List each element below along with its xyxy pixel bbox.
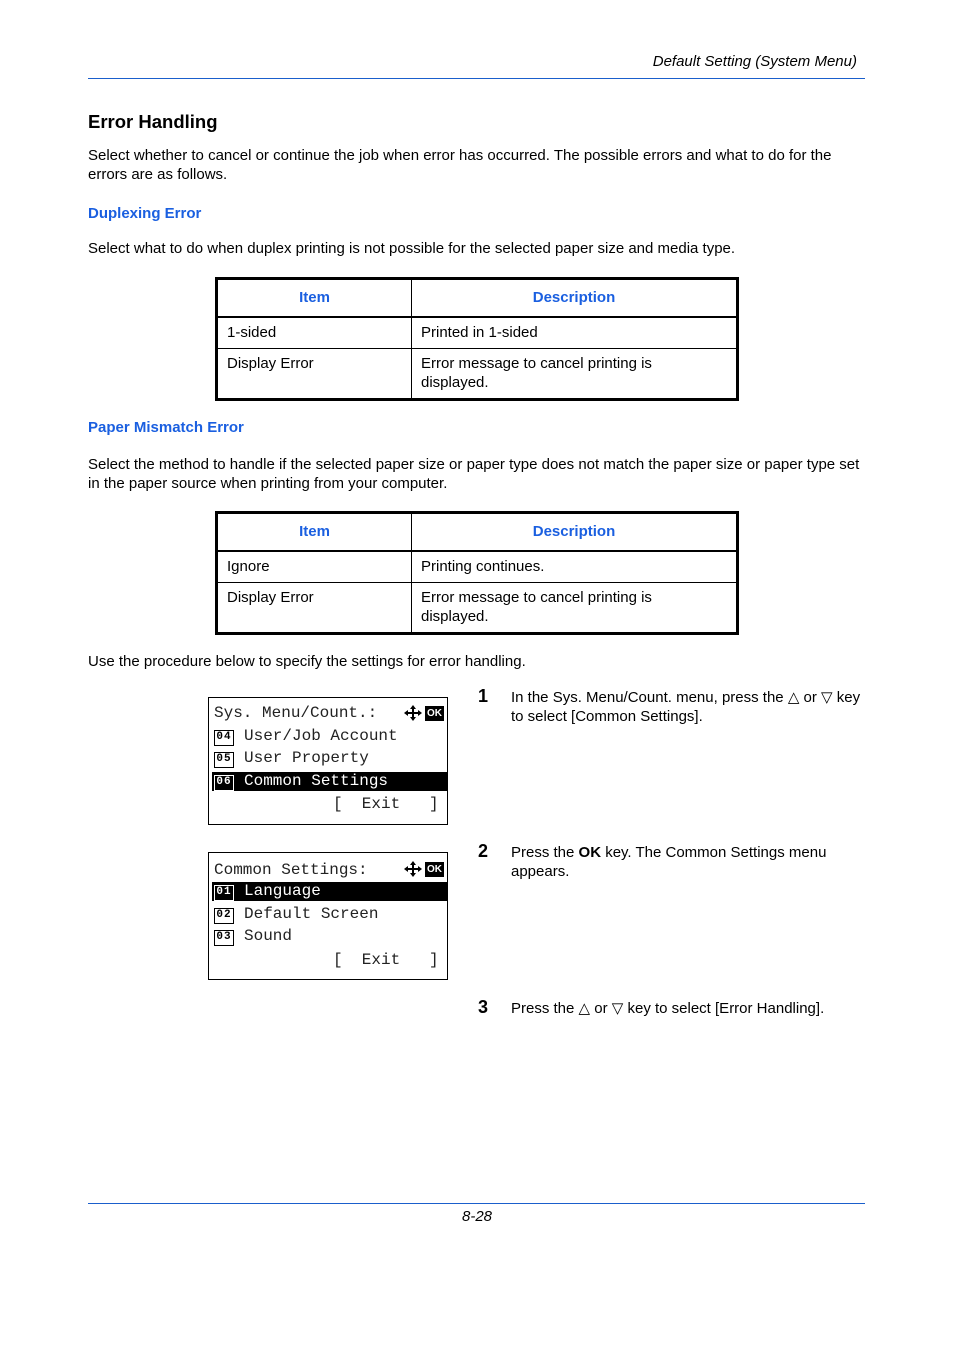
step-text: Press the △ or ▽ key to select [Error Ha…: [511, 999, 866, 1018]
lcd-menu-item-selected: 01 Language: [212, 882, 447, 901]
four-way-arrow-icon: [404, 705, 422, 721]
intro-text: Select whether to cancel or continue the…: [88, 147, 832, 183]
four-way-arrow-icon: [404, 861, 422, 877]
step-number: 1: [478, 686, 489, 706]
step-text: In the Sys. Menu/Count. menu, press the …: [511, 688, 866, 726]
lcd-menu-item: 04 User/Job Account: [214, 727, 447, 746]
procedure-intro: Use the procedure below to specify the s…: [88, 653, 526, 670]
lcd-menu-item-selected: 06 Common Settings: [212, 772, 447, 791]
column-header-description: Description: [411, 512, 738, 552]
step-number: 3: [478, 997, 489, 1017]
duplexing-table: Item Description 1-sided Printed in 1-si…: [215, 277, 739, 401]
ok-key-icon: OK: [425, 705, 444, 721]
up-arrow-key-icon: △: [787, 689, 800, 706]
table-cell-description: Printed in 1-sided: [411, 316, 738, 349]
page-title: Error Handling: [88, 111, 218, 132]
lcd-softkey-exit: [ Exit ]: [333, 795, 439, 813]
step-text-part: key to select [Error Handling].: [623, 1000, 825, 1017]
table-header-row: Item Description: [216, 512, 738, 552]
item-label: Default Screen: [244, 905, 379, 923]
item-number-icon: 03: [214, 930, 234, 946]
table-cell-description: Error message to cancel printing is disp…: [411, 348, 738, 400]
mismatch-text: Select the method to handle if the selec…: [88, 456, 860, 492]
nav-ok-indicator: OK: [404, 860, 444, 878]
table-cell-item: Display Error: [216, 348, 412, 400]
item-number-icon: 02: [214, 908, 234, 924]
lcd-screen-sys-menu: Sys. Menu/Count.: OK 04 User/Job Account …: [208, 697, 448, 825]
duplexing-text: Select what to do when duplex printing i…: [88, 240, 736, 257]
ok-key-icon: OK: [425, 861, 444, 877]
nav-ok-indicator: OK: [404, 704, 444, 722]
up-arrow-key-icon: △: [578, 1000, 591, 1017]
item-number-icon: 05: [214, 752, 234, 768]
item-number-icon: 04: [214, 730, 234, 746]
table-cell-item: Ignore: [216, 550, 412, 583]
table-cell-description: Printing continues.: [411, 550, 738, 583]
step-text-part: Press the: [511, 844, 579, 861]
table-cell-item: Display Error: [216, 582, 412, 634]
down-arrow-key-icon: ▽: [821, 689, 833, 706]
table-cell-description: Error message to cancel printing is disp…: [411, 582, 738, 634]
ok-key-label: OK: [578, 844, 602, 861]
table-row: Display Error Error message to cancel pr…: [216, 348, 738, 400]
step-text-part: Press the: [511, 1000, 579, 1017]
item-label: Language: [244, 882, 321, 900]
item-label: Common Settings: [244, 772, 389, 790]
step-text: Press the OK key. The Common Settings me…: [511, 843, 866, 881]
table-cell-item: 1-sided: [216, 316, 412, 349]
lcd-menu-item: 03 Sound: [214, 927, 447, 946]
header-rule: [88, 78, 865, 79]
step-text-part: or: [590, 1000, 612, 1017]
footer-rule: [88, 1203, 865, 1204]
lcd-menu-item: 05 User Property: [214, 749, 447, 768]
table-row: 1-sided Printed in 1-sided: [216, 316, 738, 349]
down-arrow-key-icon: ▽: [611, 1000, 624, 1017]
item-number-icon: 01: [214, 885, 234, 901]
item-label: User Property: [244, 749, 369, 767]
step-number: 2: [478, 841, 489, 861]
item-number-icon: 06: [214, 775, 234, 791]
header-section-title: Default Setting (System Menu): [652, 53, 857, 70]
item-label: User/Job Account: [244, 727, 398, 745]
table-header-row: Item Description: [216, 278, 738, 318]
mismatch-table: Item Description Ignore Printing continu…: [215, 511, 739, 635]
item-label: Sound: [244, 927, 293, 945]
table-row: Display Error Error message to cancel pr…: [216, 582, 738, 634]
page-number: 8-28: [461, 1208, 493, 1225]
lcd-screen-common-settings: Common Settings: OK 01 Language 02 Default…: [208, 852, 448, 980]
step-text-part: or: [799, 689, 822, 706]
lcd-menu-item: 02 Default Screen: [214, 905, 447, 924]
column-header-description: Description: [411, 278, 738, 318]
step-text-part: In the Sys. Menu/Count. menu, press the: [511, 689, 788, 706]
column-header-item: Item: [216, 278, 412, 318]
table-row: Ignore Printing continues.: [216, 550, 738, 583]
duplexing-heading: Duplexing Error: [88, 205, 202, 222]
column-header-item: Item: [216, 512, 412, 552]
lcd-softkey-exit: [ Exit ]: [333, 951, 439, 969]
mismatch-heading: Paper Mismatch Error: [88, 419, 244, 436]
